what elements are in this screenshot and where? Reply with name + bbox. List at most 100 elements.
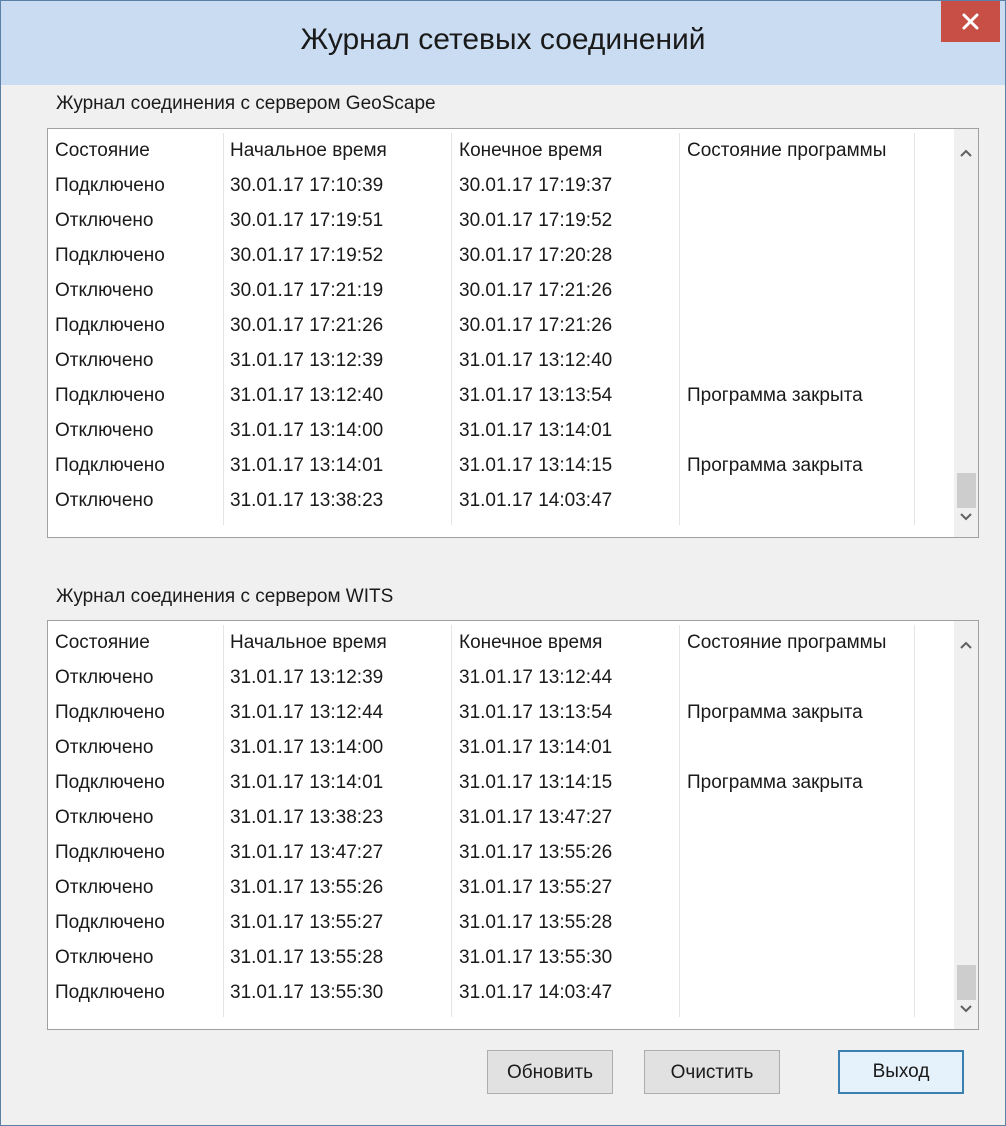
chevron-down-icon — [960, 513, 972, 521]
table-row[interactable]: Отключено 31.01.17 13:12:39 31.01.17 13:12… — [48, 660, 918, 695]
geoscape-scrollbar[interactable] — [954, 129, 978, 537]
cell-program-state: Программа закрыта — [687, 772, 863, 793]
dialog-content: Журнал соединения с сервером GeoScape Со… — [8, 85, 998, 1118]
cell-end-time: 30.01.17 17:19:52 — [459, 210, 613, 231]
cell-state: Отключено — [55, 737, 154, 758]
cell-state: Отключено — [55, 420, 154, 441]
cell-program-state — [687, 308, 917, 343]
cell-start-time: 31.01.17 13:12:39 — [230, 667, 384, 688]
table-row[interactable]: Подключено 30.01.17 17:21:26 30.01.17 17:2… — [48, 308, 918, 343]
col-header-start-time[interactable]: Начальное время — [230, 133, 450, 168]
refresh-button[interactable]: Обновить — [487, 1050, 613, 1094]
column-divider — [451, 133, 452, 525]
cell-program-state: Программа закрыта — [687, 702, 863, 723]
table-row[interactable]: Подключено 31.01.17 13:12:44 31.01.17 13:1… — [48, 695, 918, 730]
title-bar[interactable]: Журнал сетевых соединений — [1, 1, 1005, 85]
cell-start-time: 30.01.17 17:10:39 — [230, 175, 384, 196]
cell-program-state — [687, 483, 917, 518]
cell-state: Отключено — [55, 877, 154, 898]
column-divider — [223, 133, 224, 525]
column-divider — [914, 133, 915, 525]
cell-program-state — [687, 413, 917, 448]
cell-start-time: 31.01.17 13:55:28 — [230, 947, 384, 968]
cell-start-time: 31.01.17 13:14:00 — [230, 420, 384, 441]
column-divider — [914, 625, 915, 1017]
cell-state: Подключено — [55, 385, 165, 406]
table-row[interactable]: Подключено 30.01.17 17:10:39 30.01.17 17:1… — [48, 168, 918, 203]
cell-state: Отключено — [55, 667, 154, 688]
wits-log-table[interactable]: Состояние Начальное время Конечное время… — [47, 620, 979, 1030]
table-row[interactable]: Подключено 31.01.17 13:12:40 31.01.17 13:1… — [48, 378, 918, 413]
col-header-program-state[interactable]: Состояние программы — [687, 133, 917, 168]
cell-start-time: 30.01.17 17:21:26 — [230, 315, 384, 336]
close-button[interactable] — [941, 1, 1000, 42]
scroll-thumb[interactable] — [957, 473, 976, 508]
cell-end-time: 31.01.17 14:03:47 — [459, 982, 613, 1003]
table-row[interactable]: Отключено 31.01.17 13:38:23 31.01.17 14:03… — [48, 483, 918, 518]
cell-end-time: 31.01.17 13:55:28 — [459, 912, 613, 933]
cell-state: Подключено — [55, 455, 165, 476]
col-header-state[interactable]: Состояние — [55, 625, 219, 660]
scroll-down-button[interactable] — [954, 997, 978, 1021]
table-row[interactable]: Отключено 31.01.17 13:14:00 31.01.17 13:14… — [48, 413, 918, 448]
table-row[interactable]: Отключено 31.01.17 13:14:00 31.01.17 13:14… — [48, 730, 918, 765]
table-row[interactable]: Отключено 30.01.17 17:21:19 30.01.17 17:21… — [48, 273, 918, 308]
geoscape-log-table[interactable]: Состояние Начальное время Конечное время… — [47, 128, 979, 538]
cell-program-state — [687, 273, 917, 308]
table-row[interactable]: Отключено 31.01.17 13:55:26 31.01.17 13:55… — [48, 870, 918, 905]
cell-start-time: 31.01.17 13:55:26 — [230, 877, 384, 898]
chevron-down-icon — [960, 1005, 972, 1013]
col-header-end-time[interactable]: Конечное время — [459, 133, 679, 168]
scroll-thumb[interactable] — [957, 965, 976, 1000]
wits-scrollbar[interactable] — [954, 621, 978, 1029]
geoscape-log-title: Журнал соединения с сервером GeoScape — [56, 93, 436, 114]
cell-end-time: 31.01.17 13:14:15 — [459, 772, 613, 793]
col-header-end-time[interactable]: Конечное время — [459, 625, 679, 660]
table-row[interactable]: Подключено 30.01.17 17:19:52 30.01.17 17:2… — [48, 238, 918, 273]
cell-end-time: 31.01.17 13:47:27 — [459, 807, 613, 828]
cell-state: Подключено — [55, 245, 165, 266]
cell-program-state — [687, 905, 917, 940]
cell-end-time: 31.01.17 13:13:54 — [459, 385, 613, 406]
table-row[interactable]: Отключено 31.01.17 13:12:39 31.01.17 13:12… — [48, 343, 918, 378]
cell-start-time: 31.01.17 13:47:27 — [230, 842, 384, 863]
table-row[interactable]: Отключено 31.01.17 13:55:28 31.01.17 13:55… — [48, 940, 918, 975]
scroll-up-button[interactable] — [954, 141, 978, 165]
column-divider — [223, 625, 224, 1017]
table-row[interactable]: Подключено 31.01.17 13:55:30 31.01.17 14:0… — [48, 975, 918, 1010]
cell-program-state: Программа закрыта — [687, 455, 863, 476]
clear-button[interactable]: Очистить — [644, 1050, 780, 1094]
table-row[interactable]: Подключено 31.01.17 13:47:27 31.01.17 13:5… — [48, 835, 918, 870]
cell-end-time: 31.01.17 14:03:47 — [459, 490, 613, 511]
scroll-up-button[interactable] — [954, 633, 978, 657]
cell-state: Подключено — [55, 175, 165, 196]
table-row[interactable]: Подключено 31.01.17 13:14:01 31.01.17 13:1… — [48, 765, 918, 800]
geoscape-header-row: Состояние Начальное время Конечное время… — [48, 133, 918, 168]
cell-state: Отключено — [55, 807, 154, 828]
table-row[interactable]: Отключено 30.01.17 17:19:51 30.01.17 17:19… — [48, 203, 918, 238]
cell-start-time: 31.01.17 13:55:30 — [230, 982, 384, 1003]
cell-end-time: 31.01.17 13:13:54 — [459, 702, 613, 723]
cell-end-time: 31.01.17 13:14:01 — [459, 420, 613, 441]
scroll-down-button[interactable] — [954, 505, 978, 529]
col-header-program-state[interactable]: Состояние программы — [687, 625, 917, 660]
col-header-start-time[interactable]: Начальное время — [230, 625, 450, 660]
chevron-up-icon — [960, 149, 972, 157]
cell-state: Подключено — [55, 772, 165, 793]
cell-state: Отключено — [55, 490, 154, 511]
col-header-state[interactable]: Состояние — [55, 133, 219, 168]
cell-start-time: 31.01.17 13:12:40 — [230, 385, 384, 406]
cell-state: Подключено — [55, 315, 165, 336]
exit-button[interactable]: Выход — [838, 1050, 964, 1094]
cell-program-state — [687, 835, 917, 870]
cell-program-state — [687, 203, 917, 238]
close-icon — [962, 13, 979, 30]
column-divider — [679, 133, 680, 525]
table-row[interactable]: Отключено 31.01.17 13:38:23 31.01.17 13:47… — [48, 800, 918, 835]
cell-program-state — [687, 870, 917, 905]
cell-state: Подключено — [55, 982, 165, 1003]
table-row[interactable]: Подключено 31.01.17 13:14:01 31.01.17 13:1… — [48, 448, 918, 483]
table-row[interactable]: Подключено 31.01.17 13:55:27 31.01.17 13:5… — [48, 905, 918, 940]
cell-start-time: 31.01.17 13:38:23 — [230, 807, 384, 828]
cell-program-state — [687, 660, 917, 695]
